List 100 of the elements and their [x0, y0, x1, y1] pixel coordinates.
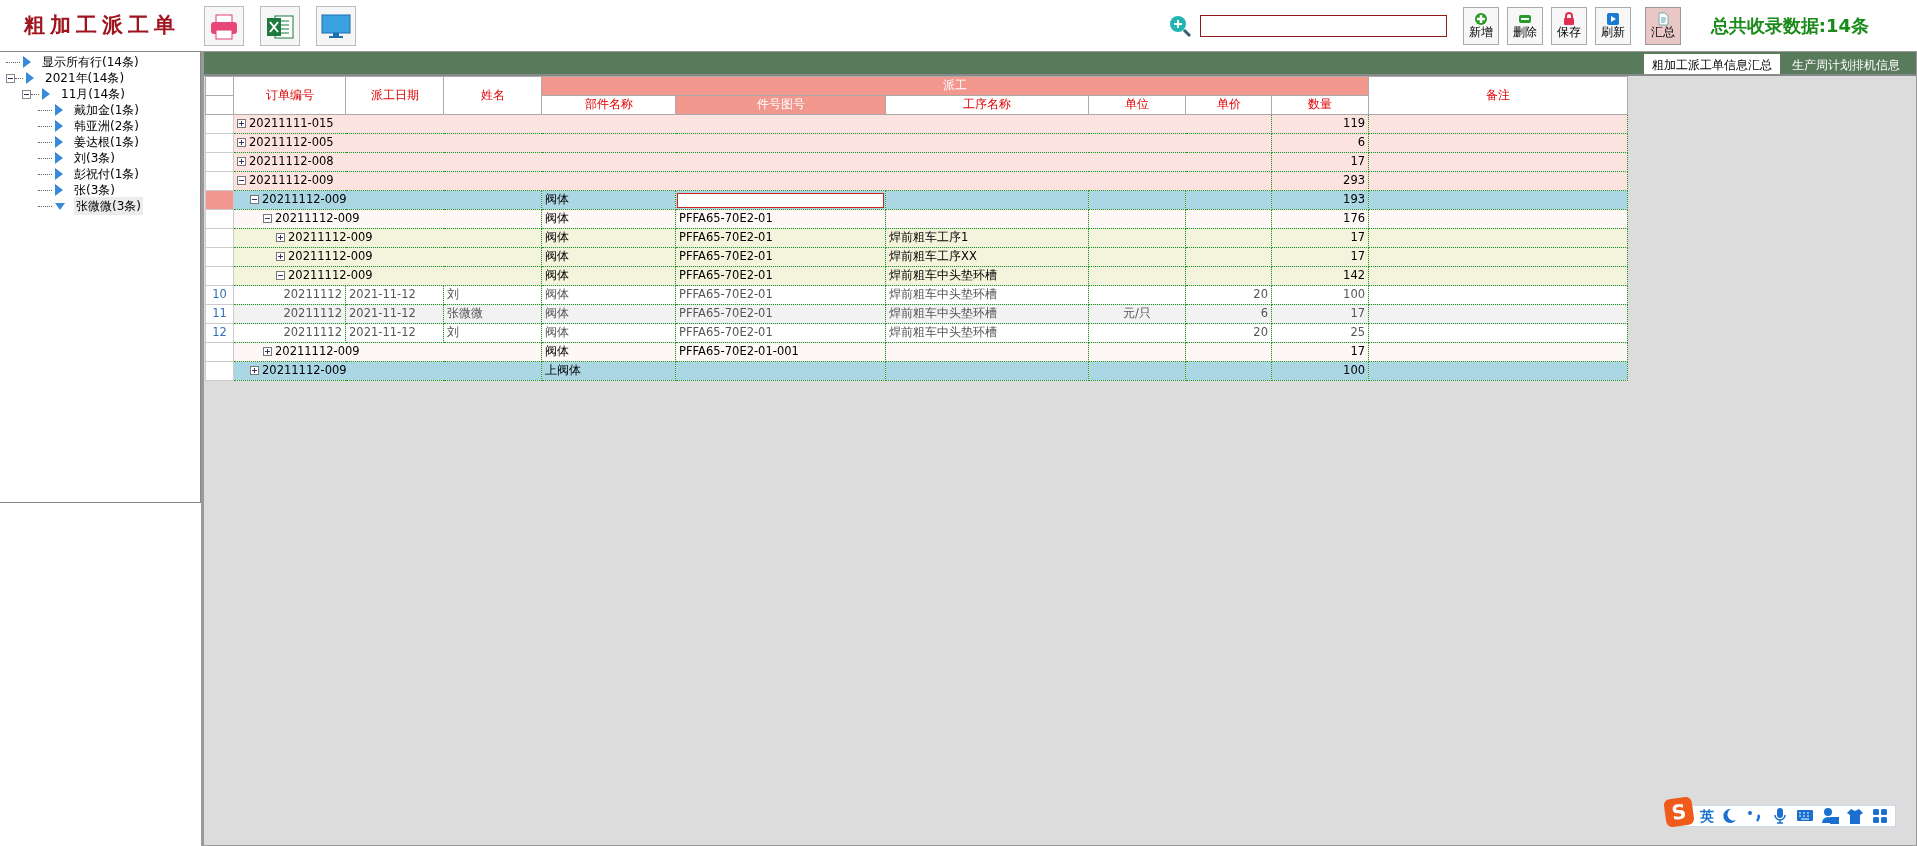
monitor-button[interactable]	[316, 5, 356, 46]
column-header[interactable]: 姓名	[443, 76, 542, 115]
group-label: 20211112-005	[249, 135, 334, 150]
table-cell: 阀体	[541, 323, 676, 343]
tree-item[interactable]: 刘(3条)	[72, 149, 117, 167]
triangle-icon	[54, 184, 64, 196]
triangle-icon	[54, 120, 64, 132]
tree-item[interactable]: 彭祝付(1条)	[72, 165, 141, 183]
expand-icon[interactable]	[263, 347, 272, 357]
table-cell: 刘	[443, 285, 542, 305]
group-label: 20211112-009	[288, 268, 373, 283]
collapse-icon[interactable]	[263, 214, 272, 224]
table-cell: 阀体	[541, 304, 676, 324]
tree-item[interactable]: 显示所有行(14条)	[40, 53, 141, 71]
tree-item[interactable]: 姜达根(1条)	[72, 133, 141, 151]
table-cell: 焊前粗车中头垫环槽	[885, 285, 1089, 305]
tab[interactable]: 生产周计划排机信息	[1784, 54, 1908, 74]
cell-editor[interactable]	[677, 192, 884, 208]
toolbar-button[interactable]: 汇总	[1644, 6, 1681, 45]
collapse-icon[interactable]	[250, 195, 259, 205]
table-cell: 20211112	[233, 323, 346, 343]
column-header[interactable]: 备注	[1368, 76, 1628, 115]
collapse-icon[interactable]	[6, 73, 15, 83]
expand-icon[interactable]	[237, 157, 246, 167]
lock-icon	[1561, 11, 1576, 26]
group-label: 20211112-009	[275, 211, 360, 226]
table-cell: 阀体	[541, 209, 676, 229]
tree-item[interactable]: 2021年(14条)	[43, 69, 127, 87]
table-cell: 17	[1271, 304, 1369, 324]
collapse-icon[interactable]	[276, 271, 285, 281]
microphone-icon[interactable]	[1771, 807, 1789, 825]
expand-icon[interactable]	[276, 252, 285, 262]
tree-item[interactable]: 张微微(3条)	[74, 197, 143, 215]
window-title: 粗加工派工单	[22, 11, 180, 39]
tree-item[interactable]: 11月(14条)	[59, 85, 127, 103]
toolbar-button[interactable]: 保存	[1550, 6, 1587, 45]
input-mode-toggle[interactable]: 英	[1700, 805, 1714, 827]
table-cell: 阀体	[541, 285, 676, 305]
table-cell: 张微微	[443, 304, 542, 324]
table-cell: PFFA65-70E2-01	[675, 247, 886, 267]
table-cell: 刘	[443, 323, 542, 343]
table-cell: 293	[1271, 171, 1369, 191]
spreadsheet-button[interactable]	[260, 5, 300, 46]
table-cell: 17	[1271, 247, 1369, 267]
table-cell: 6	[1271, 133, 1369, 153]
table-cell: 176	[1271, 209, 1369, 229]
collapse-icon[interactable]	[237, 176, 246, 186]
table-cell: 元/只	[1088, 304, 1186, 324]
shirt-icon[interactable]	[1846, 807, 1864, 825]
tree-item[interactable]: 韩亚洲(2条)	[72, 117, 141, 135]
table-cell: 焊前粗车中头垫环槽	[885, 323, 1089, 343]
column-header[interactable]: 订单编号	[233, 76, 346, 115]
group-label: 20211112-009	[275, 344, 360, 359]
table-cell: 阀体	[541, 190, 676, 210]
group-label: 20211112-009	[262, 192, 347, 207]
table-cell: PFFA65-70E2-01	[675, 285, 886, 305]
table-cell: 2021-11-12	[345, 285, 444, 305]
toolbar-button[interactable]: 新增	[1462, 6, 1499, 45]
table-cell: 6	[1185, 304, 1272, 324]
tab[interactable]: 粗加工派工单信息汇总	[1644, 54, 1780, 74]
search-field[interactable]	[1199, 14, 1447, 37]
group-label: 20211112-008	[249, 154, 334, 169]
table-cell: 119	[1271, 114, 1369, 134]
triangle-icon	[25, 72, 35, 84]
table-cell: 20211112	[233, 285, 346, 305]
document-icon	[1655, 11, 1670, 26]
table-cell: 阀体	[541, 228, 676, 248]
user-icon[interactable]	[1821, 807, 1839, 825]
record-count: 总共收录数据:14条	[1710, 14, 1869, 38]
table-cell: 阀体	[541, 247, 676, 267]
table-cell: 100	[1271, 361, 1369, 381]
triangle-icon	[54, 152, 64, 164]
tree-item[interactable]: 张(3条)	[72, 181, 117, 199]
toolbar-button[interactable]: 刷新	[1594, 6, 1631, 45]
plus-icon	[1473, 11, 1488, 26]
collapse-icon[interactable]	[22, 89, 31, 99]
table-cell: 17	[1271, 342, 1369, 362]
table-cell: PFFA65-70E2-01	[675, 209, 886, 229]
expand-icon[interactable]	[250, 366, 259, 376]
grid-icon[interactable]	[1871, 807, 1889, 825]
table-cell: 20	[1185, 285, 1272, 305]
monitor-icon	[321, 11, 351, 40]
expand-icon[interactable]	[237, 138, 246, 148]
table-cell: 焊前粗车工序1	[885, 228, 1089, 248]
table-cell: 2021-11-12	[345, 323, 444, 343]
printer-icon	[209, 11, 239, 40]
table-cell: PFFA65-70E2-01	[675, 266, 886, 286]
table-cell: 2021-11-12	[345, 304, 444, 324]
table-cell: 20211112	[233, 304, 346, 324]
table-cell: 焊前粗车工序XX	[885, 247, 1089, 267]
group-label: 20211111-015	[249, 116, 334, 131]
group-label: 20211112-009	[288, 249, 373, 264]
column-header[interactable]: 派工日期	[345, 76, 444, 115]
group-label: 20211112-009	[288, 230, 373, 245]
expand-icon[interactable]	[276, 233, 285, 243]
printer-button[interactable]	[204, 5, 244, 46]
toolbar-button[interactable]: 删除	[1506, 6, 1543, 45]
tree-item[interactable]: 戴加金(1条)	[72, 101, 141, 119]
expand-icon[interactable]	[237, 119, 246, 129]
table-cell: 17	[1271, 152, 1369, 172]
